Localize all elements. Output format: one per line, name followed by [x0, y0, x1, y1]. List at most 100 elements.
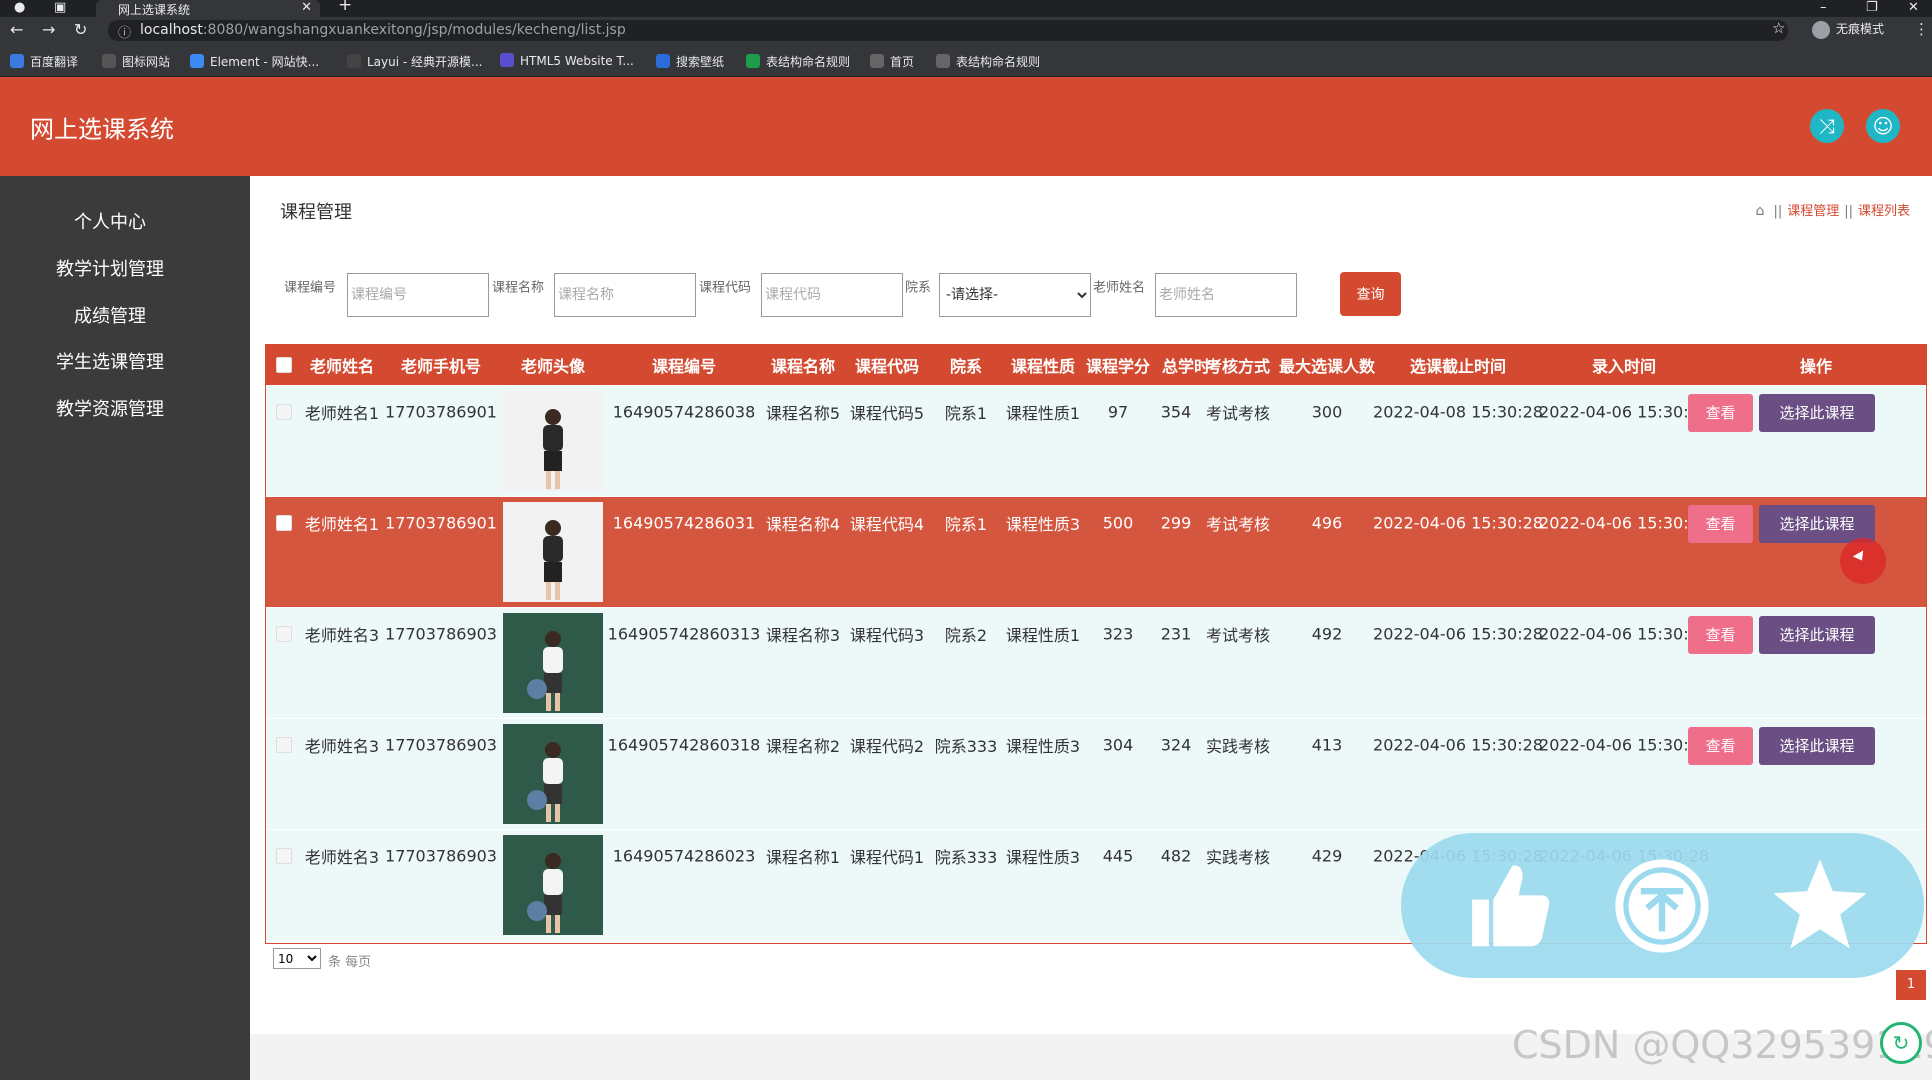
new-tab-icon[interactable]: + — [338, 0, 352, 14]
cell-total-hours: 299 — [1160, 513, 1192, 533]
select-all-checkbox[interactable] — [276, 357, 292, 373]
select-course-button[interactable]: 选择此课程 — [1759, 616, 1875, 654]
star-icon[interactable] — [1767, 853, 1873, 959]
shuffle-icon[interactable]: ⤨ — [1810, 109, 1844, 143]
bookmark-favicon-icon — [347, 54, 361, 68]
department-select[interactable]: -请选择- — [939, 273, 1091, 317]
coin-icon[interactable] — [1609, 853, 1715, 959]
view-button[interactable]: 查看 — [1688, 727, 1753, 765]
table-row[interactable]: 老师姓名1 17703786901 16490574286031 课程名称4 课程代码4… — [266, 496, 1926, 607]
search-button[interactable]: 查询 — [1340, 272, 1401, 316]
site-info-icon[interactable]: ⓘ — [118, 22, 131, 41]
refresh-icon[interactable]: ↻ — [1880, 1022, 1922, 1064]
row-checkbox[interactable] — [276, 404, 292, 420]
header-actions: 操作 — [1799, 357, 1833, 376]
browser-tab[interactable]: 网上选课系统 ✕ — [96, 0, 320, 17]
cell-created-time: 2022-04-06 15:30:28 — [1539, 513, 1709, 533]
table-row[interactable]: 老师姓名3 17703786903 164905742860313 课程名称3 课程代码… — [266, 607, 1926, 718]
bookmark-label: 图标网站 — [122, 55, 171, 69]
bookmark-label: 首页 — [890, 55, 915, 69]
view-button[interactable]: 查看 — [1688, 394, 1753, 432]
header-teacher-name: 老师姓名 — [309, 357, 375, 376]
header-teacher-avatar: 老师头像 — [520, 357, 586, 376]
row-checkbox[interactable] — [276, 626, 292, 642]
row-checkbox[interactable] — [276, 737, 292, 753]
bookmark-item[interactable]: HTML5 Website T... — [500, 53, 634, 68]
sidebar-item-course-selection[interactable]: 学生选课管理 — [0, 348, 220, 374]
page-size-select[interactable]: 10 — [273, 948, 321, 969]
bookmark-label: 搜索壁纸 — [676, 55, 725, 69]
bookmark-label: 表结构命名规则 — [766, 55, 851, 69]
sidebar-item-grades[interactable]: 成绩管理 — [0, 302, 220, 328]
home-icon[interactable]: ⌂ — [1756, 203, 1765, 219]
cell-teacher-name: 老师姓名3 — [304, 626, 380, 645]
cell-course-name: 课程名称4 — [765, 515, 841, 534]
bookmark-item[interactable]: 表结构命名规则 — [746, 53, 850, 70]
course-no-input[interactable] — [347, 273, 489, 317]
view-button[interactable]: 查看 — [1688, 616, 1753, 654]
bookmark-label: 百度翻译 — [30, 55, 79, 69]
page-number-current[interactable]: 1 — [1896, 970, 1926, 1000]
sidebar-item-teaching-resources[interactable]: 教学资源管理 — [0, 395, 220, 421]
bookmark-star-icon[interactable]: ☆ — [1772, 19, 1785, 37]
view-button[interactable]: 查看 — [1688, 505, 1753, 543]
course-code-input[interactable] — [761, 273, 903, 317]
window-close-icon[interactable]: ✕ — [1908, 0, 1919, 15]
app-header: 网上选课系统 ⤨ ☺ — [0, 77, 1932, 176]
cell-total-hours: 231 — [1160, 624, 1192, 644]
watermark: CSDN @QQ3295391197 — [1512, 1023, 1932, 1067]
bookmark-item[interactable]: 表结构命名规则 — [936, 53, 1040, 70]
cell-exam-type: 考试考核 — [1205, 626, 1271, 645]
browser-address-bar: ← → ↻ ⓘ localhost:8080/wangshangxuankexi… — [0, 17, 1932, 44]
table-row[interactable]: 老师姓名1 17703786901 16490574286038 课程名称5 课程代码5… — [266, 385, 1926, 496]
select-course-button[interactable]: 选择此课程 — [1759, 505, 1875, 543]
teacher-name-label: 老师姓名 — [1093, 280, 1146, 296]
reload-icon[interactable]: ↻ — [74, 21, 87, 39]
restore-icon[interactable]: ❐ — [1866, 0, 1878, 15]
select-course-button[interactable]: 选择此课程 — [1759, 727, 1875, 765]
tab-close-icon[interactable]: ✕ — [301, 0, 312, 15]
header-exam-type: 考核方式 — [1205, 357, 1271, 376]
bookmark-item[interactable]: 图标网站 — [102, 53, 170, 70]
cell-deadline: 2022-04-06 15:30:28 — [1373, 624, 1543, 644]
breadcrumb-course-management[interactable]: 课程管理 — [1787, 204, 1839, 219]
user-icon[interactable]: ☺ — [1866, 109, 1900, 143]
breadcrumb-course-list[interactable]: 课程列表 — [1858, 204, 1910, 219]
row-checkbox[interactable] — [276, 848, 292, 864]
header-credit: 课程学分 — [1085, 357, 1151, 376]
cell-exam-type: 考试考核 — [1205, 404, 1271, 423]
table-row[interactable]: 老师姓名3 17703786903 164905742860318 课程名称2 课程代码… — [266, 718, 1926, 829]
url-text: localhost:8080/wangshangxuankexitong/jsp… — [140, 22, 626, 38]
thumbs-up-icon[interactable] — [1453, 853, 1559, 959]
cell-credit: 445 — [1102, 846, 1134, 866]
row-checkbox[interactable] — [276, 515, 292, 531]
bookmark-item[interactable]: Layui - 经典开源模... — [347, 53, 482, 70]
select-course-button[interactable]: 选择此课程 — [1759, 394, 1875, 432]
tab-search-icon[interactable]: ▣ — [54, 1, 66, 15]
bookmark-item[interactable]: 首页 — [870, 53, 914, 70]
sidebar-item-personal-center[interactable]: 个人中心 — [0, 208, 220, 234]
minimize-icon[interactable]: – — [1820, 0, 1827, 15]
teacher-photo-woman — [503, 502, 603, 602]
browser-tab-bar: ● ▣ 网上选课系统 ✕ + – ❐ ✕ — [0, 0, 1932, 17]
mouse-cursor — [1840, 538, 1886, 584]
cell-department: 院系1 — [944, 515, 988, 534]
back-icon[interactable]: ← — [10, 21, 23, 39]
cell-total-hours: 324 — [1160, 735, 1192, 755]
page-title: 课程管理 — [280, 202, 352, 223]
url-field[interactable]: ⓘ localhost:8080/wangshangxuankexitong/j… — [108, 20, 1788, 41]
cell-course-name: 课程名称2 — [765, 737, 841, 756]
bookmark-item[interactable]: 搜索壁纸 — [656, 53, 724, 70]
bookmark-label: HTML5 Website T... — [520, 54, 634, 68]
sidebar-item-teaching-plan[interactable]: 教学计划管理 — [0, 255, 220, 281]
browser-menu-icon[interactable]: ⋮ — [1914, 20, 1929, 38]
bookmark-item[interactable]: Element - 网站快... — [190, 53, 319, 70]
forward-icon[interactable]: → — [42, 21, 55, 39]
teacher-photo-globe — [503, 835, 603, 935]
teacher-name-input[interactable] — [1155, 273, 1297, 317]
bookmark-item[interactable]: 百度翻译 — [10, 53, 78, 70]
profile-button[interactable]: 无痕模式 — [1812, 20, 1884, 39]
cell-course-nature: 课程性质3 — [1005, 848, 1081, 867]
course-name-input[interactable] — [554, 273, 696, 317]
table-header: 老师姓名 老师手机号 老师头像 课程编号 课程名称 课程代码 院系 课程性质 课… — [266, 345, 1926, 385]
